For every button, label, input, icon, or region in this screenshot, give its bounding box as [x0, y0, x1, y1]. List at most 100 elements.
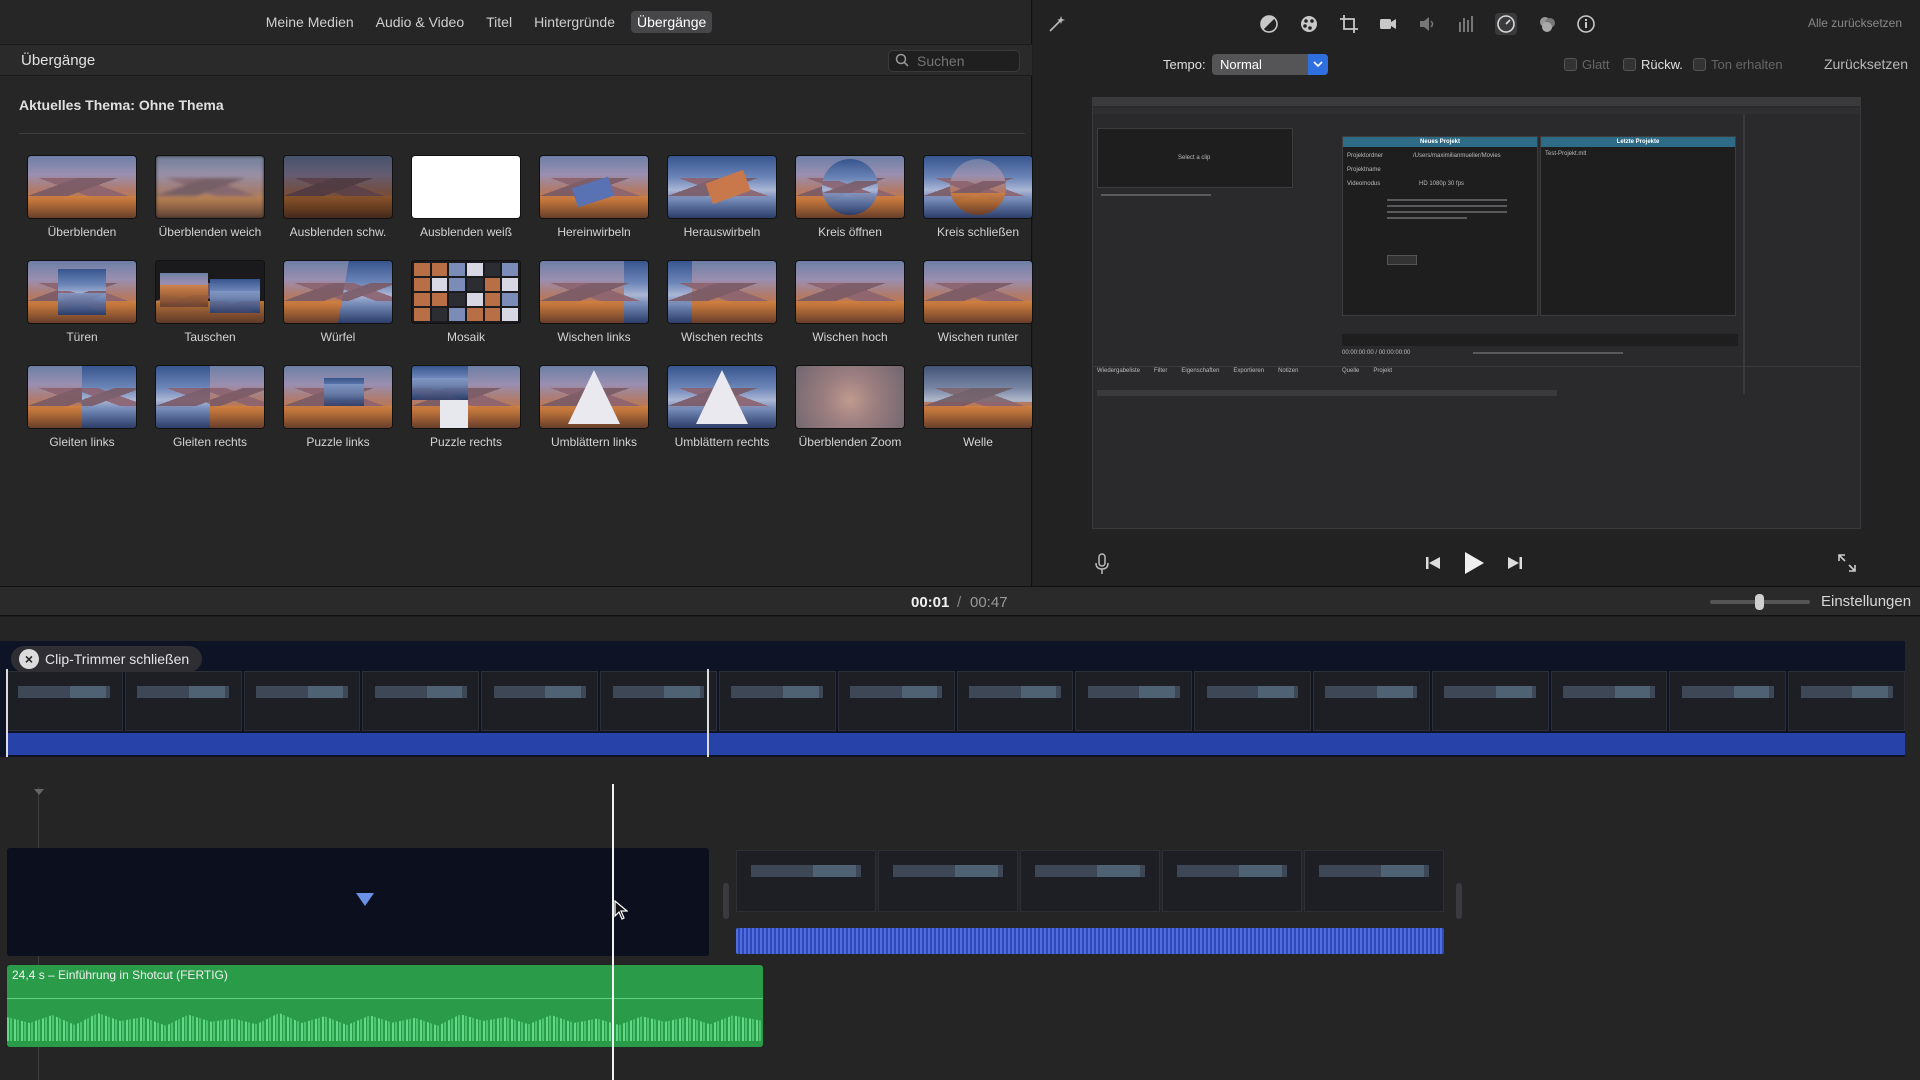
clip-filter-icon[interactable] [1536, 13, 1558, 35]
transition-thumbnail [796, 261, 904, 323]
viewer-text-line [1387, 211, 1507, 213]
timeline: × Clip-Trimmer schließen 24,4 s – Einfüh… [0, 617, 1920, 1080]
equalizer-icon[interactable] [1456, 13, 1478, 35]
search-field[interactable] [888, 50, 1020, 72]
transition-page-curl-left[interactable]: Umblättern links [530, 366, 658, 457]
viewer-mode-label: Videomodus [1347, 181, 1381, 187]
transition-cube[interactable]: Würfel [274, 261, 402, 352]
transition-wipe-right[interactable]: Wischen rechts [658, 261, 786, 352]
transition-label: Herauswirbeln [683, 225, 761, 239]
color-balance-icon[interactable] [1258, 13, 1280, 35]
search-icon [895, 53, 909, 70]
close-trimmer-label: Clip-Trimmer schließen [45, 651, 190, 667]
transition-thumbnail [412, 366, 520, 428]
transition-thumbnail [540, 261, 648, 323]
divider [19, 133, 1025, 134]
zoom-slider-knob[interactable] [1755, 594, 1764, 610]
video-viewer[interactable]: Select a clip Neues Projekt Projektordne… [1092, 97, 1861, 529]
transition-thumbnail [796, 156, 904, 218]
tab-audio-video[interactable]: Audio & Video [370, 11, 470, 33]
clip-edge-handle[interactable] [1456, 883, 1462, 919]
transition-page-curl-right[interactable]: Umblättern rechts [658, 366, 786, 457]
viewer-source-panel: Select a clip [1097, 128, 1293, 188]
transition-fade-black[interactable]: Ausblenden schw. [274, 156, 402, 247]
tab-transitions[interactable]: Übergänge [631, 11, 713, 33]
transition-thumbnail [668, 366, 776, 428]
clip-edge-handle[interactable] [723, 883, 729, 919]
reverse-checkbox[interactable]: Rückw. [1623, 57, 1683, 72]
previous-icon[interactable] [1425, 555, 1441, 574]
smooth-checkbox[interactable]: Glatt [1564, 57, 1609, 72]
tempo-select[interactable]: Normal [1212, 54, 1328, 75]
timeline-header: 00:01 / 00:47 Einstellungen [0, 586, 1920, 616]
transition-ripple[interactable]: Welle [914, 366, 1042, 457]
play-icon[interactable] [1463, 551, 1485, 578]
transition-label: Puzzle links [306, 435, 370, 449]
tab-my-media[interactable]: Meine Medien [260, 11, 360, 33]
transition-wipe-up[interactable]: Wischen hoch [786, 261, 914, 352]
filmstrip-frame [6, 671, 123, 731]
transition-label: Würfel [320, 330, 356, 344]
transition-mosaic[interactable]: Mosaik [402, 261, 530, 352]
volume-icon[interactable] [1416, 13, 1438, 35]
timeline-clip-video[interactable] [736, 850, 1444, 954]
transition-spin-in[interactable]: Hereinwirbeln [530, 156, 658, 247]
search-input[interactable] [915, 52, 1015, 70]
viewer-recent-item: Test-Projekt.mlt [1545, 151, 1587, 157]
viewer-tab: Filter [1154, 368, 1168, 374]
transition-circle-open[interactable]: Kreis öffnen [786, 156, 914, 247]
reset-button[interactable]: Zurücksetzen [1824, 56, 1908, 72]
next-icon[interactable] [1507, 555, 1523, 574]
timeline-clip-black[interactable] [7, 848, 709, 956]
transition-puzzle-right[interactable]: Puzzle rechts [402, 366, 530, 457]
speed-icon[interactable] [1495, 13, 1517, 35]
viewer-name-label: Projektname [1347, 167, 1381, 173]
viewer-text-line [1387, 217, 1467, 219]
viewer-new-project-panel: Neues Projekt Projektordner /Users/maxim… [1342, 136, 1538, 316]
section-bar: Übergänge [0, 44, 1032, 76]
fullscreen-icon[interactable] [1838, 554, 1856, 575]
transition-label: Kreis schließen [936, 225, 1020, 239]
transition-spin-out[interactable]: Herauswirbeln [658, 156, 786, 247]
settings-button[interactable]: Einstellungen [1821, 593, 1911, 610]
transition-puzzle-left[interactable]: Puzzle links [274, 366, 402, 457]
transition-wipe-down[interactable]: Wischen runter [914, 261, 1042, 352]
timeline-audio-clip[interactable]: 24,4 s – Einführung in Shotcut (FERTIG) [7, 965, 763, 1047]
transition-thumbnail [28, 366, 136, 428]
microphone-icon[interactable] [1093, 553, 1111, 578]
transition-label: Wischen runter [937, 330, 1019, 344]
transition-circle-close[interactable]: Kreis schließen [914, 156, 1042, 247]
filmstrip-frame [1312, 671, 1430, 731]
close-trimmer-button[interactable]: × Clip-Trimmer schließen [11, 646, 203, 672]
transition-label: Wischen links [557, 330, 631, 344]
trim-handle-start[interactable] [6, 669, 8, 757]
transition-cross-dissolve[interactable]: Überblenden [18, 156, 146, 247]
magic-wand-icon[interactable] [1046, 13, 1068, 35]
filmstrip-frame [1075, 671, 1193, 731]
checkbox-label: Ton erhalten [1711, 57, 1783, 72]
info-icon[interactable] [1575, 13, 1597, 35]
tab-backgrounds[interactable]: Hintergründe [528, 11, 621, 33]
preserve-pitch-checkbox[interactable]: Ton erhalten [1693, 57, 1783, 72]
transition-swap[interactable]: Tauschen [146, 261, 274, 352]
current-time: 00:01 [911, 594, 950, 611]
crop-icon[interactable] [1338, 13, 1360, 35]
transition-slide-right[interactable]: Gleiten rechts [146, 366, 274, 457]
playhead[interactable] [612, 784, 614, 1080]
filmstrip-frame [736, 850, 876, 912]
stabilization-icon[interactable] [1377, 13, 1399, 35]
volume-line[interactable] [7, 998, 763, 999]
trimmer-filmstrip[interactable] [6, 671, 1905, 731]
transition-zoom-dissolve[interactable]: Überblenden Zoom [786, 366, 914, 457]
transition-slide-left[interactable]: Gleiten links [18, 366, 146, 457]
transition-doors[interactable]: Türen [18, 261, 146, 352]
transition-soft-dissolve[interactable]: Überblenden weich [146, 156, 274, 247]
reset-all-button[interactable]: Alle zurücksetzen [1808, 16, 1902, 30]
trim-handle-end[interactable] [707, 669, 709, 757]
viewer-timeline-toolbar [1097, 390, 1557, 396]
transition-fade-white[interactable]: Ausblenden weiß [402, 156, 530, 247]
viewer-folder-label: Projektordner [1347, 153, 1384, 159]
tab-titles[interactable]: Titel [480, 11, 518, 33]
transition-wipe-left[interactable]: Wischen links [530, 261, 658, 352]
color-correction-icon[interactable] [1298, 13, 1320, 35]
